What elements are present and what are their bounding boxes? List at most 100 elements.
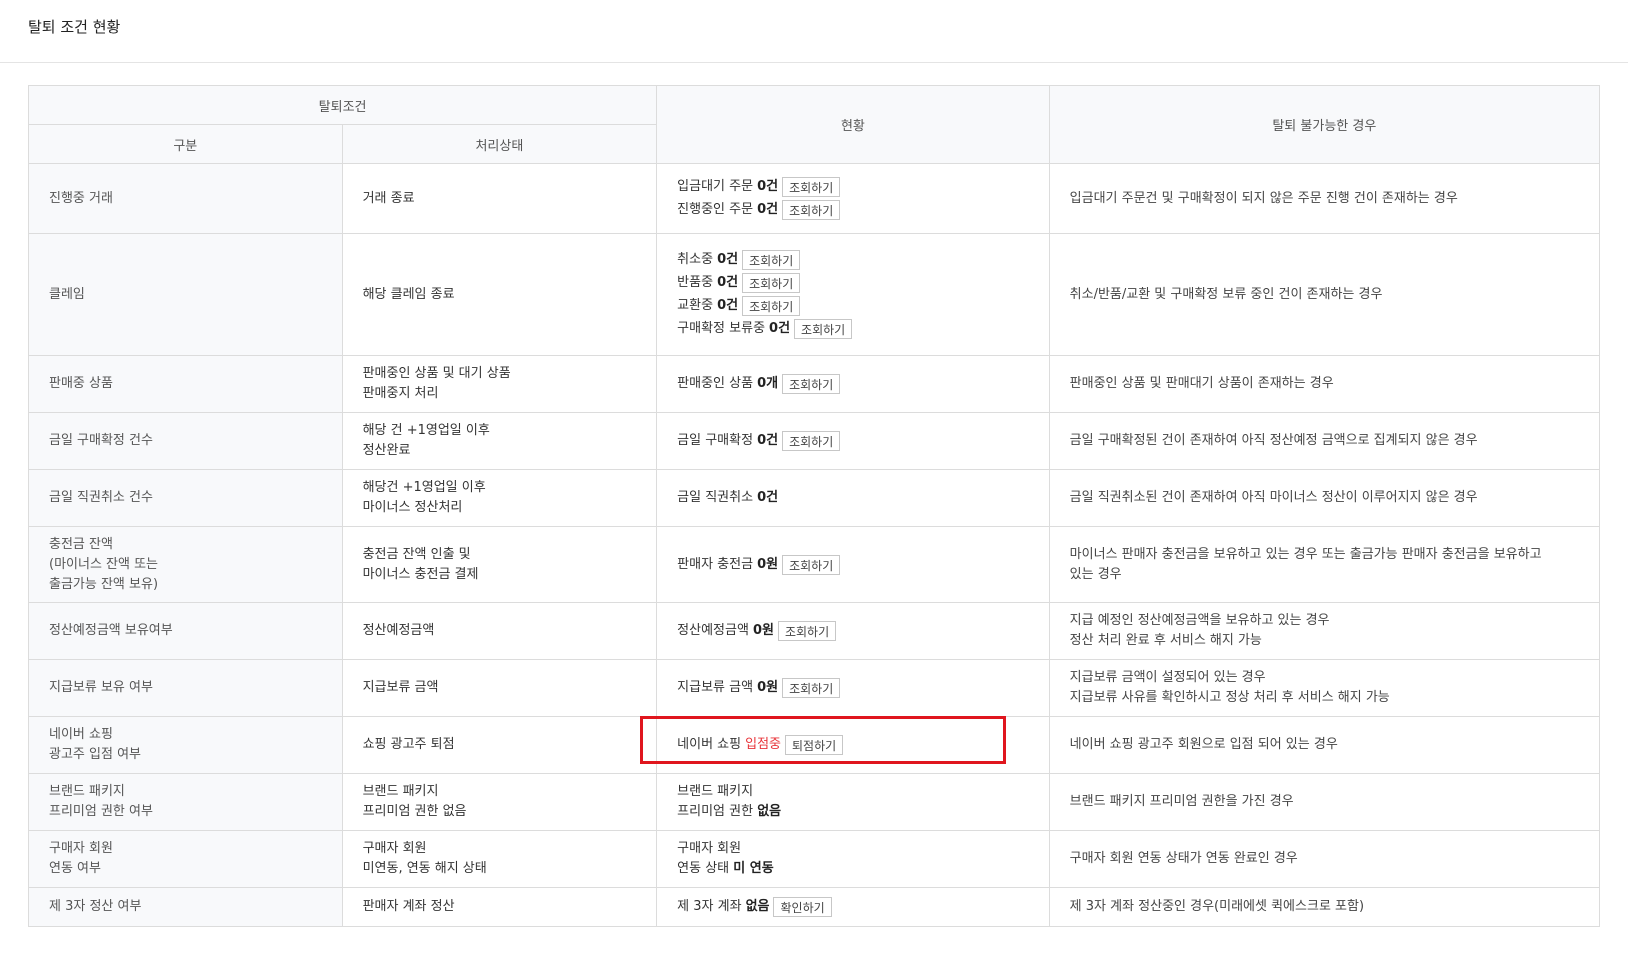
header-status: 현황 xyxy=(656,85,1050,164)
status-cell: 판매중인 상품 0개 조회하기 xyxy=(656,355,1050,413)
status-value: 0원 xyxy=(757,680,779,695)
header-process: 처리상태 xyxy=(341,124,658,164)
status-value: 0원 xyxy=(757,556,779,572)
status-text: 교환중 xyxy=(677,298,714,313)
status-item: 구매자 회원 xyxy=(677,839,1028,859)
status-item: 판매중인 상품 0개 조회하기 xyxy=(677,374,1028,394)
reason-label: 지급보류 사유를 확인하시고 정상 처리 후 서비스 해지 가능 xyxy=(1069,690,1390,705)
process-label: 마이너스 충전금 결제 xyxy=(362,566,479,582)
category-label: 클레임 xyxy=(49,286,85,302)
category-label: 구매자 회원 xyxy=(49,841,113,856)
view-button[interactable]: 조회하기 xyxy=(782,200,841,220)
view-button[interactable]: 조회하기 xyxy=(742,296,801,316)
reason-label: 판매중인 상품 및 판매대기 상품이 존재하는 경우 xyxy=(1069,376,1334,391)
status-item: 정산예정금액 0원 조회하기 xyxy=(677,621,1028,641)
status-text: 정산예정금액 xyxy=(677,623,749,638)
status-text: 구매자 회원 xyxy=(677,841,742,856)
status-text: 반품중 xyxy=(677,275,714,290)
view-button[interactable]: 조회하기 xyxy=(782,678,841,698)
category-cell: 지급보류 보유 여부 xyxy=(28,659,343,717)
table-row: 금일 직권취소 건수 해당건 +1영업일 이후 마이너스 정산처리 금일 직권취소 0건… xyxy=(28,469,1601,527)
view-button[interactable]: 조회하기 xyxy=(794,319,853,339)
status-value: 0원 xyxy=(752,623,774,638)
reason-label: 있는 경우 xyxy=(1069,566,1122,582)
category-cell: 클레임 xyxy=(28,233,343,356)
process-label: 해당건 +1영업일 이후 xyxy=(362,480,486,495)
reason-label: 제 3자 계좌 정산중인 경우(미래에셋 퀵에스크로 포함) xyxy=(1069,899,1365,914)
status-text: 연동 상태 xyxy=(677,861,730,876)
reason-cell: 금일 구매확정된 건이 존재하여 아직 정산예정 금액으로 집계되지 않은 경우 xyxy=(1048,412,1601,470)
category-cell: 충전금 잔액 (마이너스 잔액 또는 출금가능 잔액 보유) xyxy=(28,526,343,603)
table-row: 진행중 거래 거래 종료 입금대기 주문 0건 조회하기 진행중인 주문 0건 조회하기 입금대… xyxy=(28,163,1601,234)
process-label: 해당 클레임 종료 xyxy=(362,286,455,302)
process-label: 지급보류 금액 xyxy=(362,680,439,695)
status-value: 미 연동 xyxy=(733,861,774,876)
status-text: 금일 직권취소 xyxy=(677,490,754,505)
category-cell: 진행중 거래 xyxy=(28,163,343,234)
category-cell: 제 3자 정산 여부 xyxy=(28,887,343,927)
reason-cell: 마이너스 판매자 충전금을 보유하고 있는 경우 또는 출금가능 판매자 충전금… xyxy=(1048,526,1601,603)
header-category: 구분 xyxy=(28,124,343,164)
reason-cell: 네이버 쇼핑 광고주 회원으로 입점 되어 있는 경우 xyxy=(1048,716,1601,774)
view-button[interactable]: 조회하기 xyxy=(742,273,801,293)
confirm-button[interactable]: 확인하기 xyxy=(773,897,832,917)
status-cell: 제 3자 계좌 없음 확인하기 xyxy=(656,887,1050,927)
status-text: 판매자 충전금 xyxy=(677,556,754,572)
status-value: 0건 xyxy=(757,433,779,448)
table-row: 네이버 쇼핑 광고주 입점 여부 쇼핑 광고주 퇴점 네이버 쇼핑 입점중 퇴점하기 네이버… xyxy=(28,716,1601,774)
page-title: 탈퇴 조건 현황 xyxy=(28,18,121,36)
header-reason: 탈퇴 불가능한 경우 xyxy=(1048,85,1601,164)
view-button[interactable]: 조회하기 xyxy=(782,554,841,575)
process-label: 마이너스 정산처리 xyxy=(362,500,463,515)
process-label: 쇼핑 광고주 퇴점 xyxy=(362,737,455,752)
reason-cell: 구매자 회원 연동 상태가 연동 완료인 경우 xyxy=(1048,830,1601,888)
reason-label: 브랜드 패키지 프리미엄 권한을 가진 경우 xyxy=(1069,794,1294,809)
reason-label: 구매자 회원 연동 상태가 연동 완료인 경우 xyxy=(1069,851,1298,866)
process-label: 판매자 계좌 정산 xyxy=(362,899,455,914)
process-cell: 판매중인 상품 및 대기 상품 판매중지 처리 xyxy=(341,355,658,413)
category-label: 금일 구매확정 건수 xyxy=(49,433,153,448)
category-label: 제 3자 정산 여부 xyxy=(49,899,142,914)
view-button[interactable]: 조회하기 xyxy=(782,177,841,197)
reason-cell: 지급 예정인 정산예정금액을 보유하고 있는 경우 정산 처리 완료 후 서비스 … xyxy=(1048,602,1601,660)
process-label: 프리미엄 권한 없음 xyxy=(362,804,467,819)
status-item: 연동 상태 미 연동 xyxy=(677,859,1028,879)
status-cell: 네이버 쇼핑 입점중 퇴점하기 xyxy=(656,716,1050,774)
status-value: 0건 xyxy=(717,252,739,267)
status-value: 입점중 xyxy=(745,737,781,752)
view-button[interactable]: 조회하기 xyxy=(742,250,801,270)
status-text: 프리미엄 권한 xyxy=(677,804,754,819)
process-cell: 해당 건 +1영업일 이후 정산완료 xyxy=(341,412,658,470)
process-cell: 지급보류 금액 xyxy=(341,659,658,717)
process-cell: 정산예정금액 xyxy=(341,602,658,660)
status-text: 지급보류 금액 xyxy=(677,680,754,695)
category-cell: 네이버 쇼핑 광고주 입점 여부 xyxy=(28,716,343,774)
reason-label: 마이너스 판매자 충전금을 보유하고 있는 경우 또는 출금가능 판매자 충전금… xyxy=(1069,546,1542,562)
withdraw-store-button[interactable]: 퇴점하기 xyxy=(785,735,844,755)
category-label: (마이너스 잔액 또는 xyxy=(49,556,159,572)
status-text: 제 3자 계좌 xyxy=(677,899,742,914)
status-item: 반품중 0건 조회하기 xyxy=(677,273,1028,293)
view-button[interactable]: 조회하기 xyxy=(782,374,841,394)
status-item: 금일 직권취소 0건 xyxy=(677,488,1028,508)
status-cell: 취소중 0건 조회하기 반품중 0건 조회하기 교환중 0건 조회하기 구매확정 보류중 0건 조회하… xyxy=(656,233,1050,356)
view-button[interactable]: 조회하기 xyxy=(782,431,841,451)
category-label: 연동 여부 xyxy=(49,861,101,876)
status-cell: 구매자 회원연동 상태 미 연동 xyxy=(656,830,1050,888)
reason-cell: 판매중인 상품 및 판매대기 상품이 존재하는 경우 xyxy=(1048,355,1601,413)
reason-cell: 지급보류 금액이 설정되어 있는 경우 지급보류 사유를 확인하시고 정상 처리 … xyxy=(1048,659,1601,717)
status-item: 프리미엄 권한 없음 xyxy=(677,802,1028,822)
process-label: 거래 종료 xyxy=(362,190,415,206)
process-label: 해당 건 +1영업일 이후 xyxy=(362,423,490,438)
view-button[interactable]: 조회하기 xyxy=(777,621,837,641)
reason-label: 입금대기 주문건 및 구매확정이 되지 않은 주문 진행 건이 존재하는 경우 xyxy=(1069,190,1458,206)
table-row: 지급보류 보유 여부 지급보류 금액 지급보류 금액 0원 조회하기 지급보류 금액이 설… xyxy=(28,659,1601,717)
process-cell: 해당건 +1영업일 이후마이너스 정산처리 xyxy=(341,469,658,527)
category-label: 브랜드 패키지 xyxy=(49,784,125,799)
status-text: 브랜드 패키지 xyxy=(677,784,754,799)
status-item: 금일 구매확정 0건 조회하기 xyxy=(677,431,1028,451)
status-item: 제 3자 계좌 없음 확인하기 xyxy=(677,897,1028,917)
status-value: 0건 xyxy=(717,275,739,290)
status-value: 0건 xyxy=(769,321,791,336)
status-cell: 판매자 충전금 0원 조회하기 xyxy=(656,526,1050,603)
